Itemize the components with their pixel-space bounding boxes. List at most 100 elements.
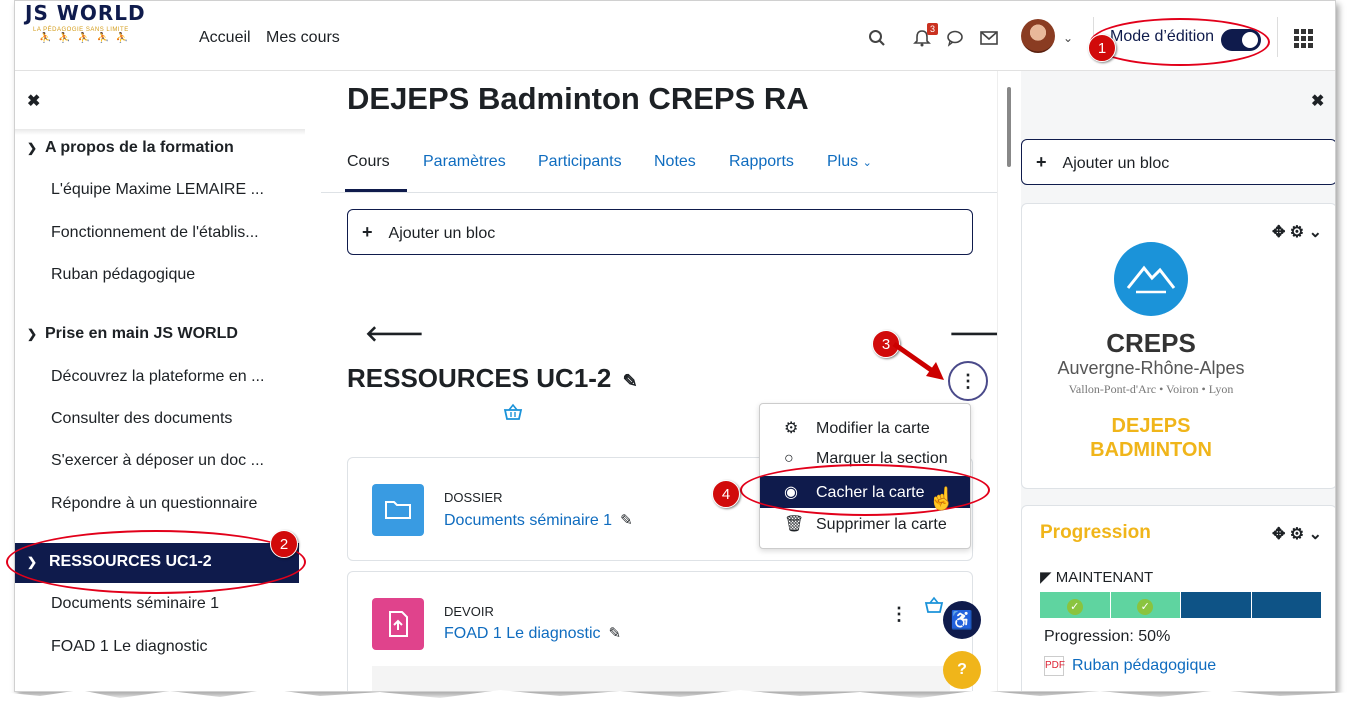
hand-cursor-icon: ☝: [928, 486, 956, 511]
menu-label: Modifier la carte: [816, 420, 930, 437]
activity-link[interactable]: Documents séminaire 1 ✎: [444, 511, 633, 530]
arrow-left-icon[interactable]: 🡐: [365, 321, 424, 347]
block-controls[interactable]: ✥ ⚙ ⌄: [1272, 222, 1322, 242]
annotation-ellipse: [6, 530, 306, 594]
program-line-1: DEJEPS: [1111, 415, 1191, 437]
section-title: A propos de la formation: [45, 139, 234, 156]
folder-icon: [372, 484, 424, 536]
course-index-item[interactable]: Fonctionnement de l'établis...: [51, 224, 259, 242]
progress-segment[interactable]: [1251, 592, 1322, 618]
block-controls[interactable]: ✥ ⚙ ⌄: [1272, 524, 1322, 544]
progression-block: Progression ✥ ⚙ ⌄ ◤ MAINTENANT ✓ ✓ Progre…: [1021, 505, 1335, 691]
block-title: Progression: [1040, 522, 1151, 543]
now-indicator: ◤ MAINTENANT: [1040, 568, 1153, 586]
torn-edge: [0, 689, 1352, 709]
close-icon[interactable]: ✖: [27, 91, 40, 111]
tab-parametres[interactable]: Paramètres: [423, 153, 506, 171]
course-index-item[interactable]: Répondre à un questionnaire: [51, 495, 257, 513]
creps-name: CREPS: [1106, 328, 1196, 358]
plus-icon: +: [362, 222, 373, 242]
divider: [1277, 17, 1278, 57]
activity-type: DOSSIER: [444, 490, 503, 505]
add-block-button[interactable]: + Ajouter un bloc: [347, 209, 973, 255]
progress-link[interactable]: PDF Ruban pédagogique: [1044, 656, 1216, 676]
course-index-item[interactable]: L'équipe Maxime LEMAIRE ...: [51, 181, 264, 199]
tab-plus[interactable]: Plus ⌄: [827, 153, 872, 171]
course-index-item[interactable]: FOAD 1 Le diagnostic: [51, 638, 208, 656]
progress-segment[interactable]: ✓: [1040, 592, 1111, 618]
plus-icon: +: [1036, 152, 1047, 172]
chevron-down-icon: ❯: [27, 327, 38, 341]
add-block-button[interactable]: + Ajouter un bloc: [1021, 139, 1335, 185]
site-logo[interactable]: JS WORLD LA PÉDAGOGIE SANS LIMITE ⛹ ⛹ ⛹ …: [25, 1, 165, 65]
section-title: Prise en main JS WORLD: [45, 325, 238, 342]
course-tabs: Cours Paramètres Participants Notes Rapp…: [321, 141, 997, 193]
creps-region: Auvergne-Rhône-Alpes: [1057, 358, 1245, 378]
nav-mes-cours[interactable]: Mes cours: [266, 29, 340, 47]
activity-link[interactable]: FOAD 1 Le diagnostic ✎: [444, 624, 621, 643]
pencil-icon[interactable]: ✎: [620, 512, 633, 529]
pdf-icon: PDF: [1044, 656, 1065, 676]
user-avatar[interactable]: [1021, 19, 1055, 53]
gear-icon: ⚙: [784, 420, 799, 437]
section-prise-en-main[interactable]: ❯ Prise en main JS WORLD: [27, 325, 238, 343]
course-index-item[interactable]: S'exercer à déposer un doc ...: [51, 452, 264, 470]
course-index-drawer: ✖ ❯ A propos de la formation L'équipe Max…: [15, 71, 321, 691]
block-drawer: ✖ + Ajouter un bloc ✥ ⚙ ⌄ CREPS Auvergne-…: [1021, 71, 1335, 691]
section-a-propos[interactable]: ❯ A propos de la formation: [27, 139, 234, 157]
basket-icon[interactable]: [503, 403, 523, 426]
annotation-number: 1: [1088, 34, 1116, 62]
creps-logo-block: ✥ ⚙ ⌄ CREPS Auvergne-Rhône-Alpes Vallon-…: [1021, 203, 1335, 489]
scrollbar-thumb[interactable]: [1007, 87, 1011, 167]
tab-rapports[interactable]: Rapports: [729, 153, 794, 171]
pencil-icon[interactable]: ✎: [623, 371, 638, 391]
active-tab-indicator: [345, 189, 407, 192]
pencil-icon[interactable]: ✎: [609, 625, 622, 642]
trash-icon: 🗑: [784, 516, 805, 533]
annotation-arrow-icon: [892, 341, 944, 380]
activity-name: FOAD 1 Le diagnostic: [444, 625, 601, 642]
kebab-icon[interactable]: ⋮: [890, 604, 908, 625]
progress-segment[interactable]: [1181, 592, 1252, 618]
chevron-down-icon[interactable]: ⌄: [1063, 31, 1073, 45]
kebab-icon: ⋮: [959, 371, 977, 391]
course-index-item[interactable]: Documents séminaire 1: [51, 595, 219, 613]
course-index-item[interactable]: Ruban pédagogique: [51, 266, 195, 284]
tab-cours[interactable]: Cours: [347, 153, 390, 171]
add-block-label: Ajouter un bloc: [1062, 155, 1170, 172]
course-index-item[interactable]: Consulter des documents: [51, 410, 232, 428]
add-block-label: Ajouter un bloc: [388, 225, 496, 242]
accessibility-button[interactable]: ♿: [943, 601, 981, 639]
menu-label: Supprimer la carte: [816, 516, 947, 533]
basket-icon[interactable]: [924, 596, 944, 619]
nav-accueil[interactable]: Accueil: [199, 29, 251, 47]
chevron-down-icon: ❯: [27, 141, 38, 155]
activity-card-assign: DEVOIR FOAD 1 Le diagnostic ✎ ⋮: [347, 571, 973, 691]
chat-icon[interactable]: [946, 29, 964, 52]
menu-item-modifier[interactable]: ⚙ Modifier la carte: [760, 412, 970, 444]
check-icon: ✓: [1066, 599, 1083, 615]
progress-percent: Progression: 50%: [1044, 628, 1171, 645]
link-label: Ruban pédagogique: [1072, 657, 1217, 675]
close-icon[interactable]: ✖: [1311, 91, 1324, 111]
tab-label: Plus: [827, 153, 859, 170]
activity-type: DEVOIR: [444, 604, 494, 619]
circle-icon: ○: [784, 450, 794, 467]
mail-icon[interactable]: [980, 29, 998, 52]
accessibility-icon: ♿: [950, 610, 974, 630]
drawer-header-shadow: [15, 129, 305, 135]
page-title: DEJEPS Badminton CREPS RA: [347, 81, 809, 116]
course-index-item[interactable]: Découvrez la plateforme en ...: [51, 368, 264, 386]
question-icon: ?: [957, 661, 967, 678]
progress-bar: ✓ ✓: [1040, 592, 1322, 618]
section-actions-button[interactable]: ⋮: [948, 361, 988, 401]
progress-segment[interactable]: ✓: [1110, 592, 1181, 618]
assignment-icon: [372, 598, 424, 650]
apps-grid-icon[interactable]: [1294, 29, 1314, 48]
search-icon[interactable]: [868, 29, 886, 52]
now-label: MAINTENANT: [1055, 569, 1154, 586]
tab-participants[interactable]: Participants: [538, 153, 622, 171]
notification-badge: 3: [927, 23, 938, 35]
annotation-ellipse: [1090, 18, 1270, 66]
tab-notes[interactable]: Notes: [654, 153, 696, 171]
